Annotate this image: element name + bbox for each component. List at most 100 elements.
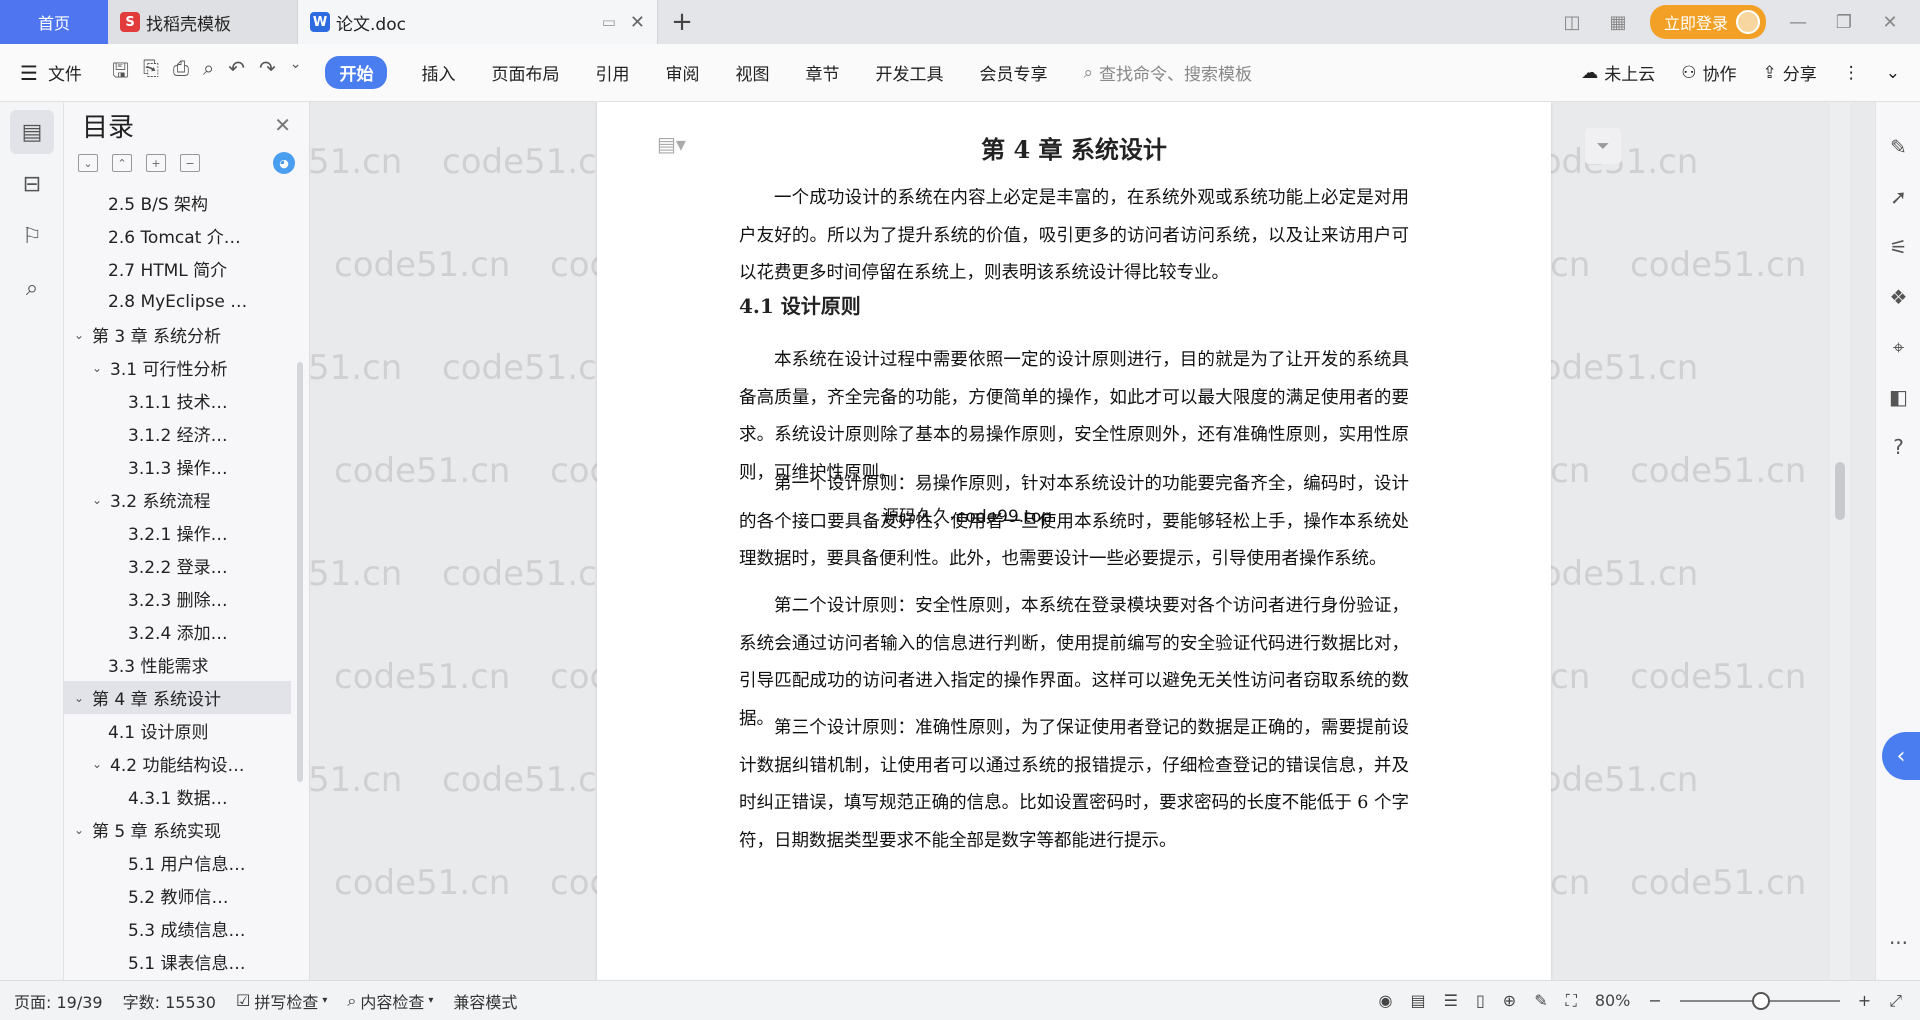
new-tab-button[interactable]: + — [658, 0, 706, 44]
fullscreen-icon[interactable]: ⤢ — [1889, 991, 1902, 1011]
toc-item[interactable]: ⌄ 第 4 章 系统设计 — [64, 681, 291, 714]
export-pdf-icon[interactable]: ⎘ — [143, 56, 159, 90]
layout-icon[interactable]: ◫ — [1558, 12, 1586, 33]
tab-home[interactable]: 首页 — [0, 0, 108, 44]
toc-item[interactable]: 2.8 MyEclipse … — [64, 285, 291, 318]
toc-item[interactable]: 5.2 教师信… — [64, 879, 291, 912]
document-page[interactable]: ▤▾ ⏷ 第 4 章 系统设计 一个成功设计的系统在内容上必定是丰富的，在系统外… — [597, 102, 1621, 980]
find-icon[interactable]: ⌕ — [10, 266, 54, 310]
menu-chapter[interactable]: 章节 — [787, 60, 857, 85]
chevron-down-icon[interactable]: ⌄ — [70, 691, 88, 705]
menu-references[interactable]: 引用 — [577, 60, 647, 85]
toc-item[interactable]: ⌄ 第 5 章 系统实现 — [64, 813, 291, 846]
tab-document[interactable]: W 论文.doc ▭ ✕ — [298, 0, 658, 44]
menu-page-layout[interactable]: 页面布局 — [473, 60, 577, 85]
toc-item[interactable]: 3.3 性能需求 — [64, 648, 291, 681]
chapter-nav-icon[interactable]: ⊟ — [10, 162, 54, 206]
toc-item[interactable]: ⌄ 3.2 系统流程 — [64, 483, 291, 516]
scroll-thumb[interactable] — [1835, 462, 1845, 520]
login-button[interactable]: 立即登录 — [1649, 5, 1766, 39]
more-dots-icon[interactable]: ··· — [1876, 918, 1920, 968]
restore-icon[interactable]: ❐ — [1830, 12, 1858, 33]
filter-icon[interactable]: ⏷ — [1585, 128, 1621, 164]
toc-item[interactable]: 3.2.3 删除… — [64, 582, 291, 615]
help-icon[interactable]: ? — [1876, 422, 1920, 472]
pen-icon[interactable]: ✎ — [1876, 122, 1920, 172]
zoom-in-icon[interactable]: + — [1858, 991, 1871, 1010]
collapse-ribbon-icon[interactable]: ⌄ — [1886, 63, 1900, 83]
pen-mode-icon[interactable]: ✎ — [1534, 991, 1547, 1010]
chevron-down-icon[interactable]: ⌄ — [70, 823, 88, 837]
share-button[interactable]: ⇪ 分享 — [1763, 60, 1817, 86]
toc-item[interactable]: ⌄ 第 3 章 系统分析 — [64, 318, 291, 351]
save-icon[interactable]: 🖫 — [112, 56, 129, 90]
toc-icon[interactable]: ▤ — [10, 110, 54, 154]
cloud-button[interactable]: ☁ 未上云 — [1581, 60, 1655, 86]
grid-icon[interactable]: ▦ — [1604, 12, 1632, 33]
print-icon[interactable]: ⎙ — [173, 56, 189, 90]
menu-insert[interactable]: 插入 — [403, 60, 473, 85]
zoom-level[interactable]: 80% — [1595, 991, 1631, 1010]
redo-icon[interactable]: ↷ — [259, 56, 276, 90]
toc-item[interactable]: 5.1 课表信息… — [64, 945, 291, 978]
chevron-down-icon[interactable]: ⌄ — [290, 56, 302, 90]
zoom-knob[interactable] — [1751, 991, 1770, 1010]
zoom-slider[interactable] — [1679, 991, 1840, 1010]
more-icon[interactable]: ⋮ — [1843, 63, 1860, 83]
menu-member[interactable]: 会员专享 — [961, 60, 1065, 85]
toc-item[interactable]: 3.2.2 登录… — [64, 549, 291, 582]
toc-item[interactable]: 3.2.1 操作… — [64, 516, 291, 549]
web-view-icon[interactable]: ⊕ — [1503, 991, 1516, 1010]
fit-page-icon[interactable]: ⛶ — [1566, 991, 1577, 1011]
close-window-icon[interactable]: ✕ — [1876, 12, 1904, 33]
tab-template[interactable]: S 找稻壳模板 — [108, 0, 298, 44]
adjust-icon[interactable]: ⚟ — [1876, 222, 1920, 272]
select-cursor-icon[interactable]: ➚ — [1876, 172, 1920, 222]
remove-heading-icon[interactable]: − — [180, 154, 200, 172]
add-heading-icon[interactable]: + — [146, 154, 166, 172]
toc-item[interactable]: 3.2.4 添加… — [64, 615, 291, 648]
toc-item[interactable]: 3.1.2 经济… — [64, 417, 291, 450]
bookmark-icon[interactable]: ⚐ — [10, 214, 54, 258]
toc-item[interactable]: 5.3 成绩信息… — [64, 912, 291, 945]
toc-item[interactable]: 2.6 Tomcat 介… — [64, 219, 291, 252]
eye-protect-icon[interactable]: ◉ — [1379, 991, 1393, 1010]
chevron-down-icon[interactable]: ⌄ — [88, 493, 106, 507]
menu-developer[interactable]: 开发工具 — [857, 60, 961, 85]
chevron-down-icon[interactable]: ⌄ — [88, 361, 106, 375]
style-icon[interactable]: ❖ — [1876, 272, 1920, 322]
toc-item[interactable]: 3.1.3 操作… — [64, 450, 291, 483]
file-menu[interactable]: ☰ 文件 — [20, 60, 82, 86]
command-search[interactable]: ⌕ 查找命令、搜索模板 — [1083, 60, 1252, 86]
content-check-button[interactable]: ⌕ 内容检查 ▾ — [347, 989, 433, 1013]
page-view-icon[interactable]: ▤ — [1411, 991, 1426, 1010]
close-tab-icon[interactable]: ✕ — [630, 12, 645, 33]
chevron-down-icon[interactable]: ⌄ — [70, 328, 88, 342]
page-counter[interactable]: 页面: 19/39 — [14, 989, 103, 1013]
undo-icon[interactable]: ↶ — [228, 56, 245, 90]
toc-item[interactable]: 3.1.1 技术… — [64, 384, 291, 417]
zoom-out-icon[interactable]: − — [1648, 991, 1661, 1010]
menu-review[interactable]: 审阅 — [647, 60, 717, 85]
expand-up-icon[interactable]: ⌃ — [112, 154, 132, 172]
read-view-icon[interactable]: ▯ — [1476, 991, 1485, 1010]
document-scrollbar[interactable] — [1830, 102, 1850, 980]
toc-item[interactable]: 2.5 B/S 架构 — [64, 186, 291, 219]
close-icon[interactable]: ✕ — [274, 113, 291, 137]
toc-scrollbar[interactable] — [297, 362, 303, 782]
spell-check-button[interactable]: ☑ 拼写检查 ▾ — [236, 989, 327, 1013]
collab-button[interactable]: ⚇ 协作 — [1681, 60, 1736, 86]
toc-item[interactable]: ⌄ 3.1 可行性分析 — [64, 351, 291, 384]
toc-item[interactable]: 4.1 设计原则 — [64, 714, 291, 747]
toc-item[interactable]: 5.1 用户信息… — [64, 846, 291, 879]
print-preview-icon[interactable]: ⌕ — [203, 56, 214, 90]
word-count[interactable]: 字数: 15530 — [123, 989, 216, 1013]
menu-home[interactable]: 开始 — [325, 56, 388, 89]
read-mode-icon[interactable]: ◧ — [1876, 372, 1920, 422]
collapse-all-icon[interactable]: ⌄ — [78, 154, 98, 172]
location-icon[interactable]: ⌖ — [1876, 322, 1920, 372]
toc-item[interactable]: ⌄ 4.2 功能结构设… — [64, 747, 291, 780]
toc-item[interactable]: 4.3.1 数据… — [64, 780, 291, 813]
menu-view[interactable]: 视图 — [717, 60, 787, 85]
toc-item[interactable]: 2.7 HTML 简介 — [64, 252, 291, 285]
